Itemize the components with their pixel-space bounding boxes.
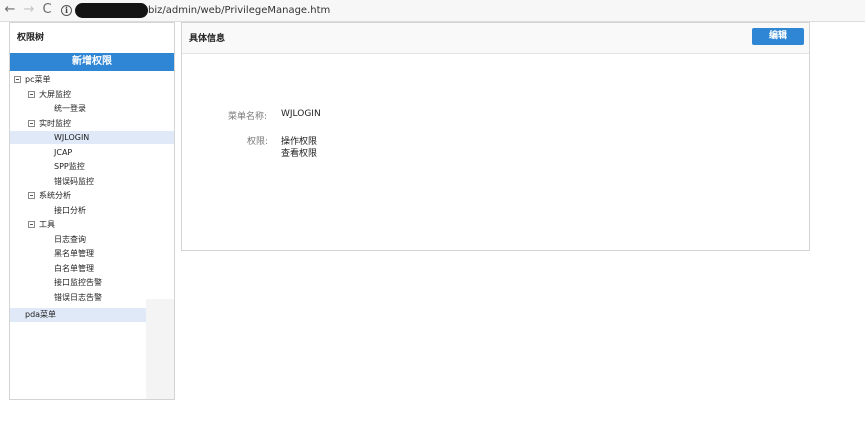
detail-panel: 具体信息 编辑 菜单名称: WJLOGIN 权限: 操作权限 查看权限 xyxy=(181,22,810,251)
tree-node-label: JCAP xyxy=(54,147,73,157)
privilege-tree: pc菜单大屏监控统一登录实时监控 WJLOGIN JCAP SPP监控错误码监控系统分… xyxy=(10,73,174,303)
collapse-toggle-icon[interactable] xyxy=(14,76,21,83)
tree-node[interactable]: 接口分析 xyxy=(10,204,174,217)
tree-node-label: 系统分析 xyxy=(39,191,71,200)
url-text[interactable]: biz/admin/web/PrivilegeManage.htm xyxy=(148,3,330,18)
tree-node[interactable]: 黑名单管理 xyxy=(10,247,174,260)
tree-node[interactable]: WJLOGIN xyxy=(10,131,174,144)
detail-panel-title: 具体信息 xyxy=(189,34,226,44)
tree-panel-header: 权限树 xyxy=(10,23,174,51)
url-redaction xyxy=(75,3,148,18)
collapse-toggle-icon[interactable] xyxy=(28,221,35,228)
tree-node-label: pc菜单 xyxy=(25,75,51,84)
detail-panel-header: 具体信息 编辑 xyxy=(182,23,809,54)
tree-node-label: pda菜单 xyxy=(25,310,57,319)
tree-node[interactable]: pc菜单 xyxy=(10,73,174,86)
back-arrow-icon[interactable]: ← xyxy=(2,2,18,18)
tree-node-label: 统一登录 xyxy=(54,104,86,113)
privilege-value-view: 查看权限 xyxy=(281,149,318,159)
menu-name-value: WJLOGIN xyxy=(281,109,321,119)
tree-node[interactable]: 系统分析 xyxy=(10,189,174,202)
tree-node-pda-menu[interactable]: pda菜单 xyxy=(10,308,146,322)
tree-node-label: 接口监控告警 xyxy=(54,278,102,287)
tree-node-label: 日志查询 xyxy=(54,234,86,244)
tree-node-label: 大屏监控 xyxy=(39,89,71,99)
tree-node[interactable]: 日志查询 xyxy=(10,233,174,246)
tree-node[interactable]: SPP监控 xyxy=(10,160,174,173)
privilege-label: 权限: xyxy=(247,137,269,147)
tree-node-label: 错误码监控 xyxy=(54,176,94,186)
collapse-toggle-icon[interactable] xyxy=(28,192,35,199)
collapse-toggle-icon[interactable] xyxy=(28,90,35,98)
privilege-tree-panel: 权限树 新增权限 pc菜单大屏监控统一登录实时监控 WJLOGIN JCAP SPP监… xyxy=(9,22,175,400)
tree-node-label: 工具 xyxy=(39,220,55,229)
collapse-toggle-icon[interactable] xyxy=(28,119,35,127)
tree-panel-title: 权限树 xyxy=(17,33,45,43)
add-privilege-button[interactable]: 新增权限 xyxy=(10,53,174,71)
tree-node[interactable]: 实时监控 xyxy=(10,117,174,130)
tree-node-label: SPP监控 xyxy=(54,162,85,171)
tree-node-label: 接口分析 xyxy=(54,205,86,215)
reload-icon[interactable]: C xyxy=(39,2,55,18)
tree-node-label: WJLOGIN xyxy=(54,133,90,142)
tree-node-label: 实时监控 xyxy=(39,118,71,128)
menu-name-label: 菜单名称: xyxy=(228,112,268,122)
tree-node-label: 黑名单管理 xyxy=(54,249,94,258)
tree-node-label: 错误日志告警 xyxy=(54,292,102,302)
tree-node[interactable]: 白名单管理 xyxy=(10,262,174,275)
tree-node[interactable]: JCAP xyxy=(10,146,174,159)
browser-address-bar: ← → C i biz/admin/web/PrivilegeManage.ht… xyxy=(0,0,865,22)
edit-button[interactable]: 编辑 xyxy=(752,28,804,45)
tree-node[interactable]: 错误码监控 xyxy=(10,175,174,188)
tree-node[interactable]: 大屏监控 xyxy=(10,88,174,101)
tree-node[interactable]: 工具 xyxy=(10,218,174,231)
tree-panel-gutter xyxy=(146,299,174,399)
tree-node[interactable]: 接口监控告警 xyxy=(10,276,174,289)
tree-node[interactable]: 统一登录 xyxy=(10,102,174,115)
forward-arrow-icon[interactable]: → xyxy=(21,2,37,18)
site-info-icon[interactable]: i xyxy=(61,5,72,16)
tree-node-label: 白名单管理 xyxy=(54,263,94,273)
